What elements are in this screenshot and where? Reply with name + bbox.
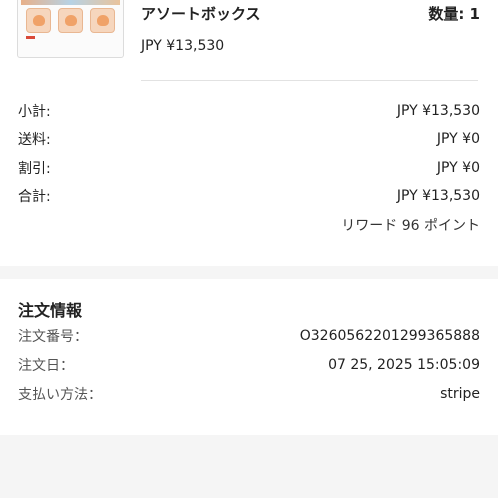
product-price: JPY ¥13,530 <box>141 38 225 54</box>
order-info-heading: 注文情報 <box>18 301 83 320</box>
discount-value: JPY ¥0 <box>436 160 480 176</box>
subtotal-row: 小計: JPY ¥13,530 <box>18 101 480 121</box>
total-row: 合計: JPY ¥13,530 <box>18 186 480 206</box>
total-value: JPY ¥13,530 <box>396 188 480 204</box>
discount-row: 割引: JPY ¥0 <box>18 158 480 178</box>
product-box-image <box>90 8 115 33</box>
shipping-value: JPY ¥0 <box>436 131 480 147</box>
order-date-value: 07 25, 2025 15:05:09 <box>328 357 480 373</box>
order-number-row: 注文番号： O3260562201299365888 <box>18 326 480 346</box>
shipping-label: 送料: <box>18 132 51 148</box>
product-box-image <box>26 8 51 33</box>
order-number-label: 注文番号： <box>18 329 88 345</box>
thumbnail-banner <box>21 0 120 5</box>
payment-method-label: 支払い方法： <box>18 387 102 403</box>
payment-method-row: 支払い方法： stripe <box>18 384 480 404</box>
thumbnail-tag <box>26 36 35 39</box>
shipping-row: 送料: JPY ¥0 <box>18 129 480 149</box>
product-thumbnail[interactable] <box>17 0 124 58</box>
divider <box>141 80 478 81</box>
reward-points: リワード 96 ポイント <box>341 218 480 234</box>
total-label: 合計: <box>18 189 51 205</box>
order-date-label: 注文日： <box>18 358 74 374</box>
order-items-card: アソートボックス 数量: 1 JPY ¥13,530 小計: JPY ¥13,5… <box>0 0 498 266</box>
product-box-image <box>58 8 83 33</box>
order-date-row: 注文日： 07 25, 2025 15:05:09 <box>18 355 480 375</box>
discount-label: 割引: <box>18 161 51 177</box>
subtotal-label: 小計: <box>18 104 51 120</box>
subtotal-value: JPY ¥13,530 <box>396 103 480 119</box>
product-quantity: 数量: 1 <box>428 5 480 23</box>
order-number-value[interactable]: O3260562201299365888 <box>300 328 480 344</box>
payment-method-value: stripe <box>440 386 480 402</box>
product-title[interactable]: アソートボックス <box>141 3 261 24</box>
